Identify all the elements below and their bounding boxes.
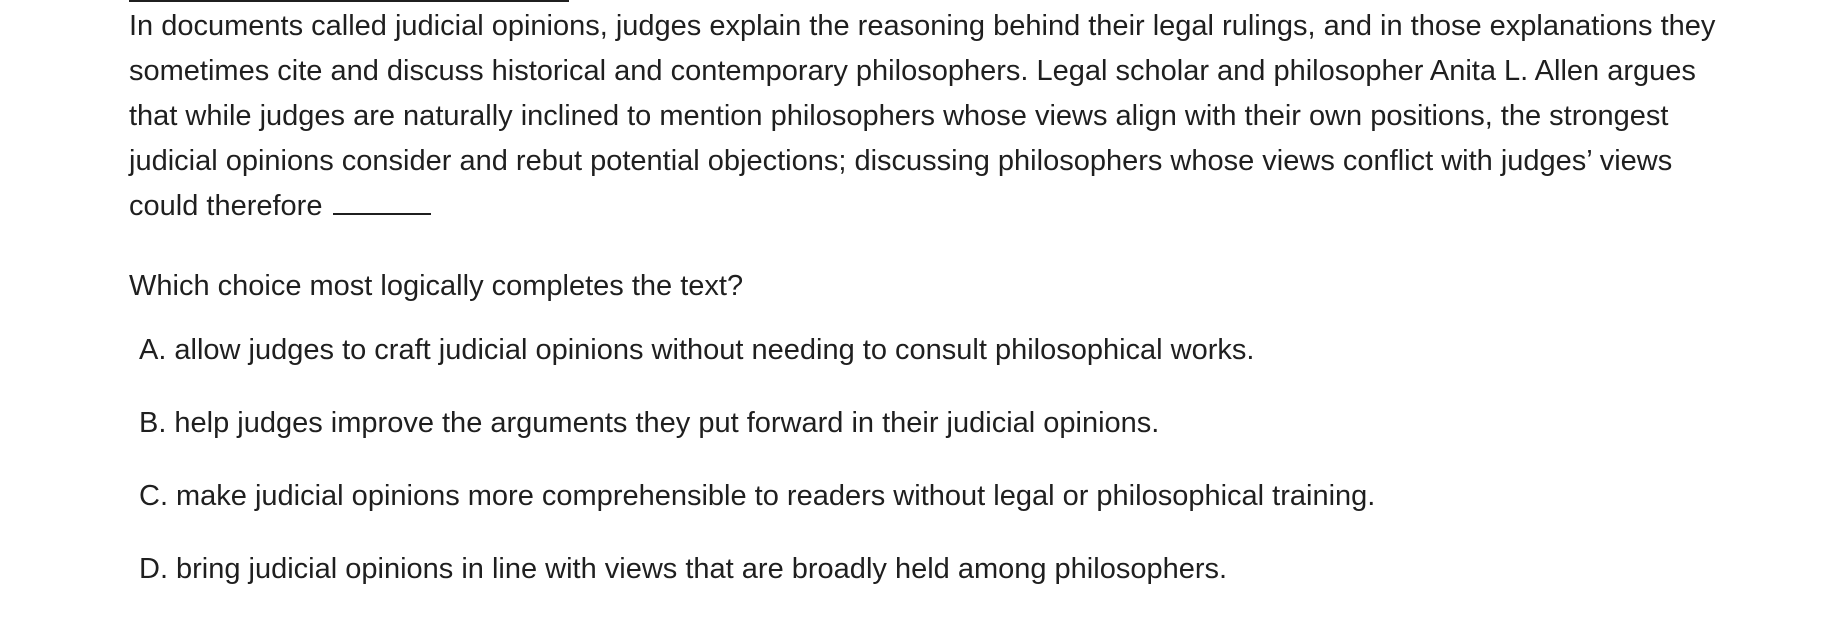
- choice-text: make judicial opinions more comprehensib…: [176, 480, 1376, 512]
- reading-passage: In documents called judicial opinions, j…: [129, 4, 1719, 229]
- choice-letter: D.: [139, 553, 168, 585]
- choice-a[interactable]: A. allow judges to craft judicial opinio…: [139, 330, 1375, 403]
- choice-text: bring judicial opinions in line with vie…: [176, 553, 1228, 585]
- answer-choices: A. allow judges to craft judicial opinio…: [139, 330, 1375, 622]
- choice-d[interactable]: D. bring judicial opinions in line with …: [139, 549, 1375, 622]
- top-divider: [129, 0, 569, 2]
- fill-in-blank: [332, 191, 431, 215]
- choice-letter: C.: [139, 480, 168, 512]
- choice-text: allow judges to craft judicial opinions …: [174, 334, 1255, 366]
- choice-letter: A.: [139, 334, 167, 366]
- choice-text: help judges improve the arguments they p…: [174, 407, 1160, 439]
- choice-b[interactable]: B. help judges improve the arguments the…: [139, 403, 1375, 476]
- choice-c[interactable]: C. make judicial opinions more comprehen…: [139, 476, 1375, 549]
- question-prompt: Which choice most logically completes th…: [129, 270, 744, 302]
- choice-letter: B.: [139, 407, 167, 439]
